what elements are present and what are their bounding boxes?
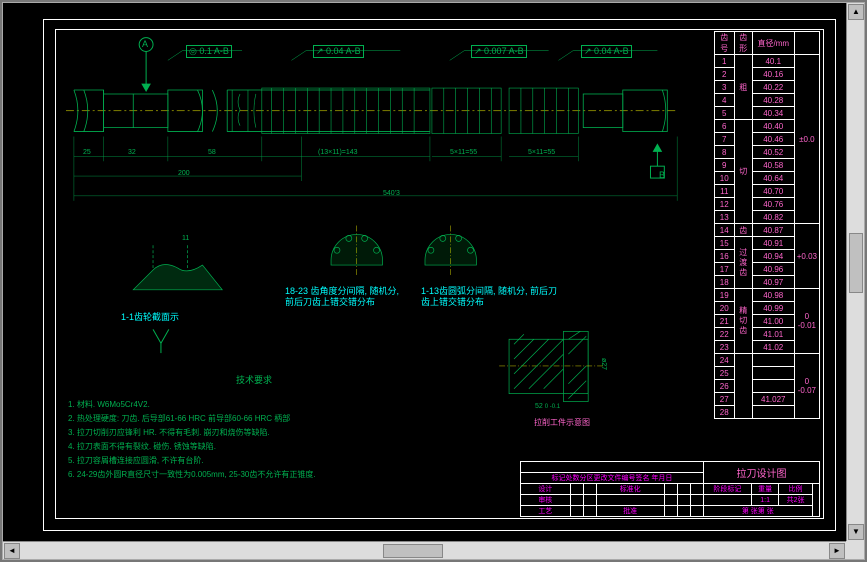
tech-title: 技术要求 bbox=[236, 373, 272, 386]
tech-line: 5. 拉刀容屑槽连接应圆滑, 不许有台阶. bbox=[68, 454, 316, 468]
vertical-scrollbar[interactable]: ▲ ▼ bbox=[846, 3, 864, 541]
scroll-up-arrow-icon[interactable]: ▲ bbox=[848, 4, 864, 20]
scroll-right-arrow-icon[interactable]: ► bbox=[829, 543, 845, 559]
th-shape: 齿形 bbox=[734, 32, 752, 55]
workpiece-label: 拉削工件示意图 bbox=[534, 417, 590, 428]
dim-phi27: ø27 bbox=[600, 358, 607, 370]
tech-requirements: 1. 材料. W6Mo5Cr4V2. 2. 热处理硬度: 刀齿. 后导部61-6… bbox=[68, 398, 316, 482]
tech-line: 6. 24-29齿外圆R直径尺寸一致性为0.005mm, 25-30齿不允许有正… bbox=[68, 468, 316, 482]
title-block: 拉刀设计图 标记处数分区更改文件编号签名 年月日 设计 标准化 阶段标记重量比例… bbox=[520, 461, 820, 517]
th-num: 齿号 bbox=[714, 32, 734, 55]
th-dia: 直径/mm bbox=[752, 32, 794, 55]
dim-32: 32 bbox=[128, 149, 136, 156]
cad-canvas[interactable]: A B ◎ 0.1 A-B ↗ 0.04 A-B ↗ 0.007 A-B ↗ 0… bbox=[2, 2, 865, 560]
tech-line: 2. 热处理硬度: 刀齿. 后导部61-66 HRC 前导部60-66 HRC … bbox=[68, 412, 316, 426]
drawing-area[interactable]: A B ◎ 0.1 A-B ↗ 0.04 A-B ↗ 0.007 A-B ↗ 0… bbox=[3, 3, 846, 541]
tech-line: 3. 拉刀切削刃应锋利 HR. 不得有毛刺. 崩刃和烧伤等缺陷. bbox=[68, 426, 316, 440]
dim-25: 25 bbox=[83, 149, 91, 156]
scrollbar-corner bbox=[846, 541, 864, 559]
dim-52: 52 0 -0.1 bbox=[535, 403, 560, 410]
tolerance-frame-2: ↗ 0.04 A-B bbox=[313, 45, 364, 58]
horizontal-scrollbar[interactable]: ◄ ► bbox=[3, 541, 846, 559]
dim-span1: (13×11)=143 bbox=[318, 149, 358, 156]
th-tol bbox=[794, 32, 819, 55]
tech-line: 1. 材料. W6Mo5Cr4V2. bbox=[68, 398, 316, 412]
tolerance-frame-4: ↗ 0.04 A-B bbox=[581, 45, 632, 58]
dim-span3: 5×11=55 bbox=[528, 149, 555, 156]
dim-11: 11 bbox=[182, 235, 189, 242]
dim-540: 540'3 bbox=[383, 190, 400, 197]
dim-200: 200 bbox=[178, 170, 190, 177]
tech-line: 4. 拉刀表面不得有裂纹. 碰伤. 锈蚀等缺陷. bbox=[68, 440, 316, 454]
scroll-thumb-h[interactable] bbox=[383, 544, 443, 558]
note-right: 1-13齿圆弧分间隔, 随机分, 前后刀 齿上错交错分布 bbox=[421, 286, 557, 308]
datum-a: A bbox=[142, 39, 148, 49]
tolerance-frame-3: ↗ 0.007 A-B bbox=[471, 45, 527, 58]
note-left: 1-1齿轮截面示 bbox=[121, 310, 179, 323]
dim-58: 58 bbox=[208, 149, 216, 156]
scroll-left-arrow-icon[interactable]: ◄ bbox=[4, 543, 20, 559]
datum-b: B bbox=[659, 170, 665, 180]
cad-app-window: A B ◎ 0.1 A-B ↗ 0.04 A-B ↗ 0.007 A-B ↗ 0… bbox=[0, 0, 867, 562]
scroll-thumb-v[interactable] bbox=[849, 233, 863, 293]
note-mid: 18-23 齿角度分间隔, 随机分, 前后刀齿上错交错分布 bbox=[285, 286, 399, 308]
teeth-table: 齿号 齿形 直径/mm 1粗40.1±0.0 240.16 340.22 440… bbox=[714, 31, 820, 419]
scroll-down-arrow-icon[interactable]: ▼ bbox=[848, 524, 864, 540]
tolerance-frame-1: ◎ 0.1 A-B bbox=[186, 45, 232, 58]
dim-span2: 5×11=55 bbox=[450, 149, 477, 156]
